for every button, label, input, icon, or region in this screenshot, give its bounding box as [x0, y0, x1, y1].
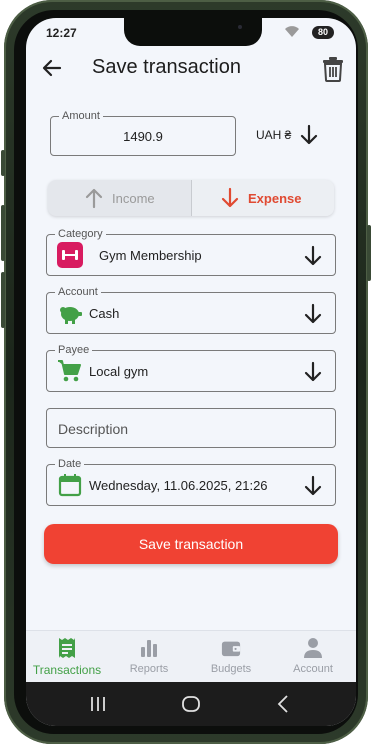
amount-field[interactable]: Amount 1490.9 — [50, 109, 236, 156]
payee-dropdown[interactable]: Payee Local gym — [46, 343, 336, 392]
account-dropdown[interactable]: Account Cash — [46, 285, 336, 334]
date-value: Wednesday, 11.06.2025, 21:26 — [89, 478, 268, 493]
arrow-down-icon — [304, 475, 322, 496]
wifi-icon — [285, 26, 299, 37]
category-value: Gym Membership — [99, 248, 202, 263]
nav-label: Account — [293, 663, 333, 675]
phone-frame: 12:27 80 Save transaction Amount 1490.9 … — [1, 0, 371, 744]
trash-icon[interactable] — [322, 56, 344, 82]
back-icon[interactable] — [272, 692, 296, 716]
date-picker[interactable]: Date Wednesday, 11.06.2025, 21:26 — [46, 457, 336, 506]
arrow-up-icon — [85, 188, 103, 209]
bottom-navigation: Transactions Reports Budgets Account — [26, 630, 356, 683]
side-button — [1, 150, 5, 176]
nav-label: Budgets — [210, 663, 252, 675]
account-label: Account — [55, 285, 101, 299]
person-icon — [304, 638, 322, 658]
nav-label: Transactions — [32, 663, 102, 677]
category-dropdown[interactable]: Category Gym Membership — [46, 227, 336, 276]
currency-selector[interactable]: UAH ₴ — [256, 128, 291, 142]
nav-account[interactable]: Account — [272, 637, 354, 675]
app-screen: 12:27 80 Save transaction Amount 1490.9 … — [26, 18, 356, 726]
arrow-down-icon — [304, 245, 322, 266]
amount-value: 1490.9 — [123, 129, 163, 144]
expense-toggle[interactable]: Expense — [191, 180, 334, 216]
nav-label: Reports — [129, 663, 169, 675]
income-toggle[interactable]: Income — [48, 180, 191, 216]
system-navigation-bar — [26, 682, 356, 726]
nav-transactions[interactable]: Transactions — [26, 637, 108, 677]
side-button — [1, 272, 5, 328]
description-placeholder: Description — [58, 421, 129, 437]
shopping-cart-icon — [58, 360, 81, 382]
battery-indicator: 80 — [312, 26, 334, 39]
page-title: Save transaction — [92, 56, 241, 78]
bar-chart-icon — [141, 640, 157, 657]
payee-label: Payee — [55, 343, 93, 357]
save-transaction-button[interactable]: Save transaction — [44, 524, 338, 564]
wallet-icon — [221, 641, 241, 657]
side-button — [367, 225, 371, 281]
receipt-icon — [59, 638, 75, 658]
account-value: Cash — [89, 306, 120, 321]
payee-value: Local gym — [89, 364, 149, 379]
arrow-down-icon — [304, 361, 322, 382]
amount-label: Amount — [59, 109, 103, 123]
recent-apps-icon[interactable] — [86, 692, 110, 716]
side-button — [1, 205, 5, 261]
back-arrow-icon[interactable] — [40, 56, 64, 80]
status-bar: 12:27 80 — [26, 18, 356, 50]
calendar-icon — [58, 474, 82, 497]
camera-notch — [124, 18, 262, 46]
arrow-down-icon — [221, 187, 239, 208]
expense-label: Expense — [248, 191, 302, 206]
category-label: Category — [55, 227, 106, 241]
status-time: 12:27 — [46, 26, 77, 40]
nav-reports[interactable]: Reports — [108, 637, 190, 675]
arrow-down-icon — [304, 303, 322, 324]
nav-budgets[interactable]: Budgets — [190, 637, 272, 675]
description-field[interactable]: Description — [46, 408, 336, 448]
date-label: Date — [55, 457, 85, 471]
arrow-down-icon[interactable] — [300, 124, 318, 146]
camera-icon — [238, 25, 242, 29]
piggy-bank-icon — [60, 307, 82, 324]
dumbbell-icon — [57, 242, 83, 268]
income-label: Income — [112, 191, 155, 206]
transaction-type-toggle: Income Expense — [48, 180, 334, 216]
home-icon[interactable] — [179, 692, 203, 716]
